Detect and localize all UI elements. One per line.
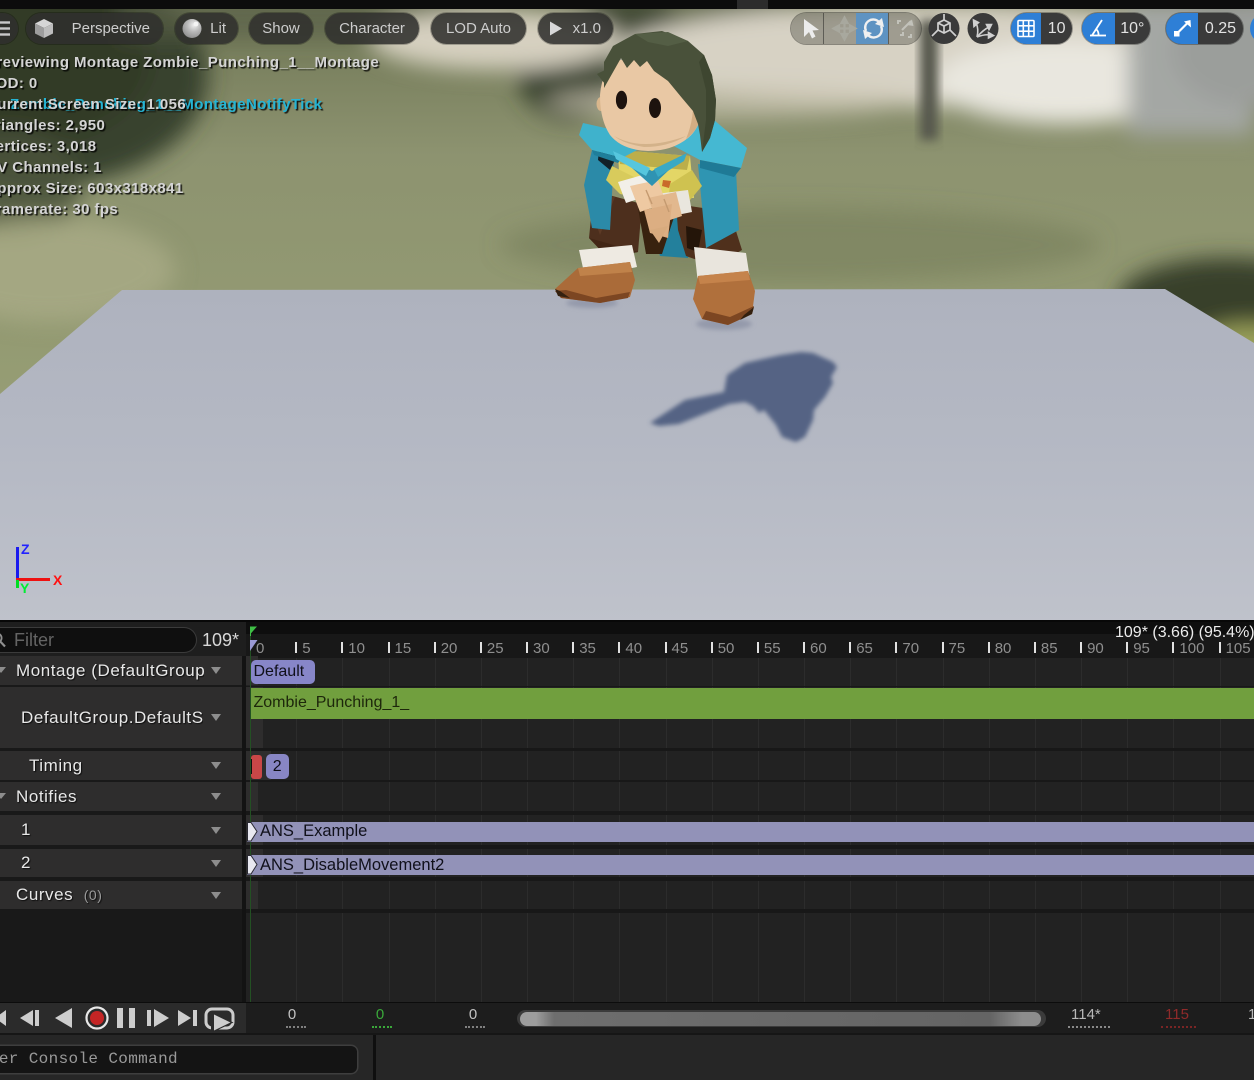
svg-text:Z: Z [21,541,30,557]
svg-text:Y: Y [20,580,30,596]
svg-text:X: X [53,572,63,588]
